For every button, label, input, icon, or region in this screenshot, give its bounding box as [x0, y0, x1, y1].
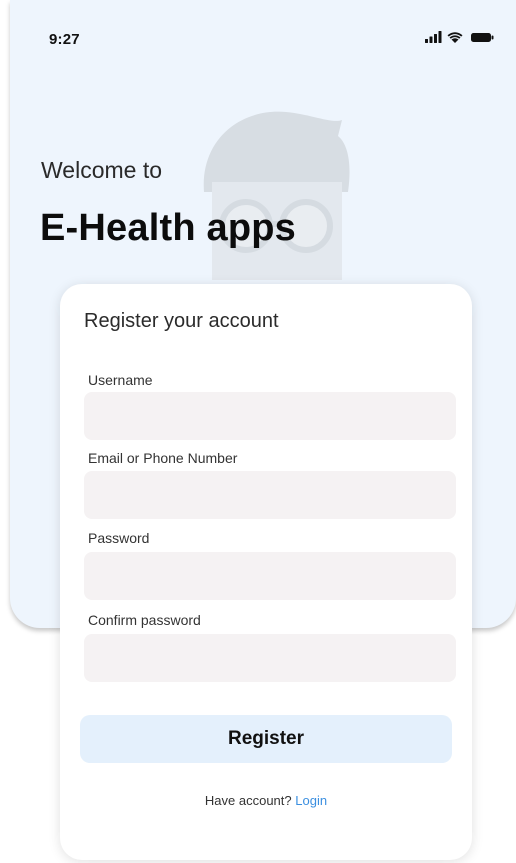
register-card: Register your account Username Email or …: [60, 284, 472, 860]
battery-icon: [471, 33, 494, 42]
doctor-avatar-icon: [182, 100, 362, 280]
email-phone-input[interactable]: [84, 471, 456, 519]
signal-icon: [425, 31, 442, 43]
app-title: E-Health apps: [40, 207, 296, 249]
password-label: Password: [88, 530, 150, 546]
email-phone-label: Email or Phone Number: [88, 450, 238, 466]
username-label: Username: [88, 372, 153, 388]
register-button[interactable]: Register: [80, 715, 452, 763]
status-bar: 9:27: [0, 0, 516, 70]
login-prompt: Have account?: [204, 793, 292, 808]
username-input[interactable]: [84, 392, 456, 440]
status-icons: [425, 30, 495, 44]
confirm-password-input[interactable]: [84, 634, 456, 682]
confirm-password-label: Confirm password: [88, 612, 201, 628]
wifi-icon: [447, 32, 463, 43]
status-time: 9:27: [49, 31, 80, 48]
welcome-text: Welcome to: [41, 157, 163, 183]
login-link[interactable]: Login: [295, 793, 327, 808]
form-title: Register your account: [84, 310, 279, 332]
register-screen: 9:27 Welcome to E-Health apps Register y…: [0, 0, 516, 863]
login-row: Have account? Login: [60, 793, 472, 808]
password-input[interactable]: [84, 552, 456, 600]
